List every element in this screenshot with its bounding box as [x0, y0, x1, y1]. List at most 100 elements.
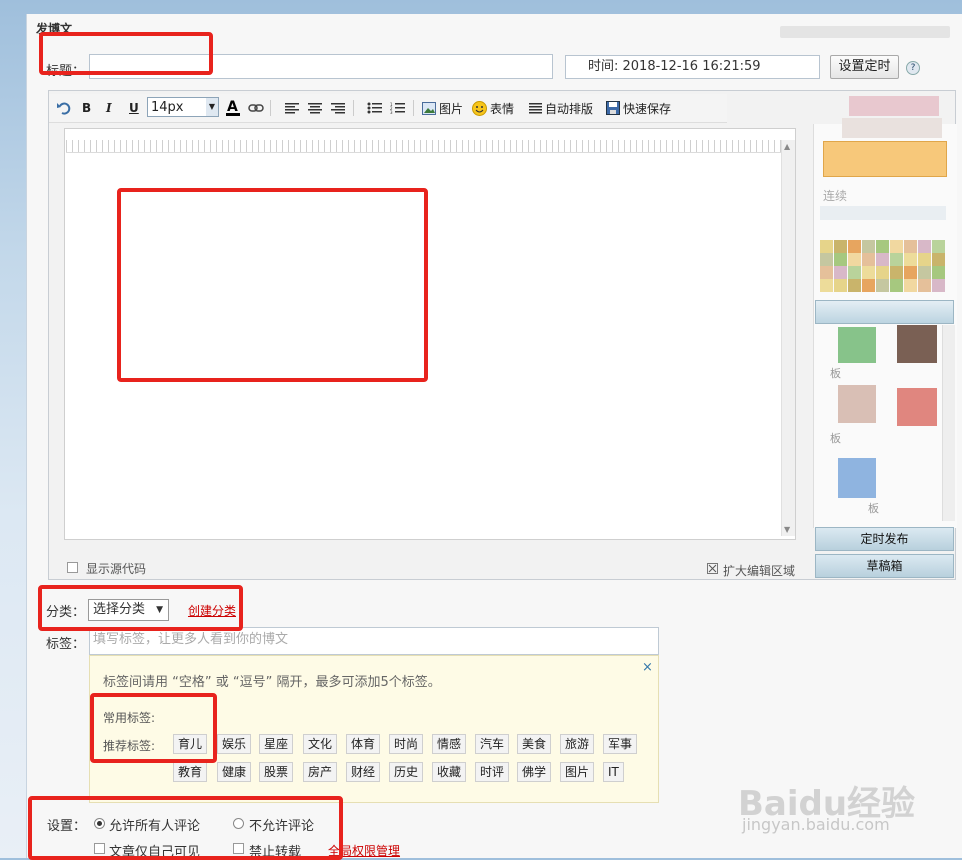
blurred-emoji-tile	[876, 240, 889, 253]
quicksave-label: 快速保存	[623, 101, 672, 116]
expand-editor-link[interactable]: 扩大编辑区域	[723, 562, 795, 579]
blurred-emoji-tile	[820, 279, 833, 292]
blurred-emoji-tile	[848, 279, 861, 292]
tag-chip[interactable]: 健康	[217, 762, 252, 782]
blurred-emoji-tile	[932, 279, 945, 292]
editor-scrollbar[interactable]: ▲ ▼	[781, 140, 795, 536]
tag-chip[interactable]: 佛学	[517, 762, 552, 782]
align-right-icon[interactable]	[331, 98, 345, 118]
tag-chip[interactable]: 文化	[303, 734, 338, 754]
blurred-emoji-tile	[904, 240, 917, 253]
tag-chip[interactable]: 时尚	[389, 734, 424, 754]
blurred-thumb-1[interactable]	[838, 327, 876, 363]
tag-chip[interactable]: 图片	[560, 762, 595, 782]
tag-chip[interactable]: 财经	[346, 762, 381, 782]
italic-icon[interactable]: I	[106, 98, 112, 118]
insert-image-button[interactable]: 图片	[422, 98, 463, 118]
font-size-select[interactable]: 14px ▼	[147, 97, 219, 117]
blurred-thumb-4[interactable]	[897, 388, 937, 426]
blurred-emoji-tile	[834, 253, 847, 266]
annotation-box-tags	[90, 693, 217, 763]
bold-icon[interactable]: B	[82, 98, 91, 118]
emoji-button[interactable]: 表情	[472, 98, 514, 118]
scroll-down-icon[interactable]: ▼	[784, 525, 790, 534]
time-display: 时间: 2018-12-16 16:21:59	[565, 55, 820, 79]
show-source-checkbox[interactable]	[67, 562, 78, 573]
editor-toolbar: B I U 14px ▼ A 123 图片 表情 自动排版 快速保存	[49, 94, 727, 123]
font-color-icon[interactable]: A	[225, 98, 241, 118]
tag-chip[interactable]: 教育	[173, 762, 208, 782]
blurred-emoji-tile	[876, 266, 889, 279]
blurred-emoji-tile	[862, 253, 875, 266]
blurred-emoji-tile	[834, 266, 847, 279]
side-partial-text-2: 板	[830, 367, 841, 380]
tag-chip[interactable]: 情感	[432, 734, 467, 754]
blurred-thumb-5[interactable]	[838, 458, 876, 498]
annotation-box-title	[39, 32, 213, 75]
blurred-emoji-tile	[820, 266, 833, 279]
annotation-box-category	[38, 585, 243, 631]
side-scrollbar[interactable]	[942, 325, 955, 521]
blurred-emoji-tile	[876, 279, 889, 292]
side-partial-text: 连续	[823, 189, 848, 203]
tag-chip[interactable]: IT	[603, 762, 624, 782]
close-icon[interactable]: ×	[642, 660, 653, 675]
underline-icon[interactable]: U	[129, 98, 139, 118]
blurred-emoji-tile	[932, 266, 945, 279]
tag-chip[interactable]: 历史	[389, 762, 424, 782]
toolbar-divider	[353, 100, 354, 116]
blurred-emoji-tile	[876, 253, 889, 266]
align-left-icon[interactable]	[285, 98, 299, 118]
blurred-emoji-tile	[890, 279, 903, 292]
tag-chip[interactable]: 房产	[303, 762, 338, 782]
image-icon	[422, 101, 436, 115]
tag-chip[interactable]: 汽车	[475, 734, 510, 754]
tag-chip[interactable]: 军事	[603, 734, 638, 754]
tag-chip[interactable]: 美食	[517, 734, 552, 754]
tag-chip[interactable]: 星座	[259, 734, 294, 754]
tag-chip[interactable]: 旅游	[560, 734, 595, 754]
blurred-emoji-tile	[862, 240, 875, 253]
blurred-side-tab-2[interactable]	[815, 300, 954, 324]
drafts-button[interactable]: 草稿箱	[815, 554, 954, 578]
blurred-side-top	[849, 96, 939, 116]
blurred-emoji-tile	[862, 279, 875, 292]
quicksave-button[interactable]: 快速保存	[606, 98, 671, 118]
schedule-button[interactable]: 设置定时	[830, 55, 899, 79]
blurred-emoji-tile	[834, 279, 847, 292]
scroll-up-icon[interactable]: ▲	[784, 142, 790, 151]
autoformat-icon	[529, 103, 542, 114]
annotation-box-content	[117, 188, 428, 382]
tag-chip[interactable]: 娱乐	[217, 734, 252, 754]
blurred-emoji-grid	[820, 240, 950, 292]
tags-input[interactable]: 填写标签，让更多人看到你的博文	[89, 627, 659, 655]
autoformat-label: 自动排版	[545, 101, 594, 116]
help-icon[interactable]: ?	[906, 61, 920, 75]
link-icon[interactable]	[248, 98, 264, 118]
timed-publish-button[interactable]: 定时发布	[815, 527, 954, 551]
undo-icon[interactable]	[56, 98, 72, 118]
blurred-emoji-tile	[848, 240, 861, 253]
numbered-list-icon[interactable]: 123	[390, 98, 405, 118]
align-center-icon[interactable]	[308, 98, 322, 118]
smiley-icon	[472, 100, 487, 116]
expand-icon[interactable]	[707, 563, 718, 574]
tag-chip[interactable]: 时评	[475, 762, 510, 782]
tags-label: 标签：	[46, 637, 86, 652]
bullet-list-icon[interactable]	[367, 98, 382, 118]
blurred-publish-button[interactable]	[823, 141, 947, 177]
show-source-label: 显示源代码	[86, 562, 147, 576]
blurred-emoji-tile	[918, 266, 931, 279]
blurred-thumb-3[interactable]	[838, 385, 876, 423]
tag-chip[interactable]: 收藏	[432, 762, 467, 782]
tag-chip[interactable]: 体育	[346, 734, 381, 754]
chevron-down-icon: ▼	[206, 98, 218, 116]
blurred-thumb-2[interactable]	[897, 325, 937, 363]
autoformat-button[interactable]: 自动排版	[529, 98, 593, 118]
tag-chip[interactable]: 股票	[259, 762, 294, 782]
toolbar-divider	[270, 100, 271, 116]
editor-ruler	[66, 140, 782, 153]
blurred-emoji-tile	[834, 240, 847, 253]
blurred-emoji-tile	[848, 266, 861, 279]
blurred-emoji-tile	[904, 266, 917, 279]
